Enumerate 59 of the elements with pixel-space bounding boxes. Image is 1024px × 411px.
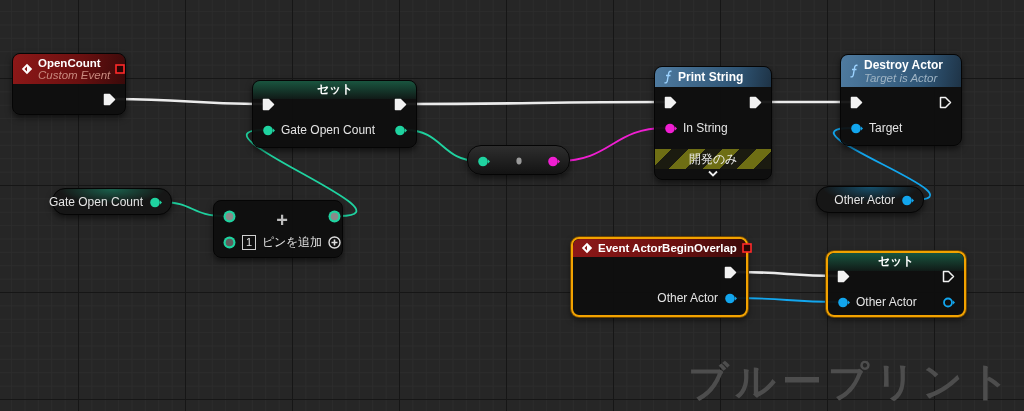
data-pin[interactable] — [223, 209, 236, 223]
data-pin[interactable] — [901, 193, 914, 207]
exec-pin[interactable] — [724, 265, 737, 279]
pin-label: Target — [869, 121, 903, 135]
pin-index: 1 — [242, 234, 257, 250]
data-pin[interactable] — [262, 123, 275, 137]
node-title: Print String — [678, 70, 745, 84]
add-node[interactable]: + 1 ピンを追加 — [213, 200, 343, 258]
add-pin-label: ピンを追加 — [262, 233, 323, 251]
exec-pin[interactable] — [103, 92, 116, 106]
data-pin[interactable] — [942, 295, 955, 309]
dot-icon — [515, 157, 522, 165]
function-node[interactable]: Destroy Actor Target is Actor Target — [840, 54, 962, 146]
exec-pin[interactable] — [850, 95, 863, 109]
add-pin-icon[interactable] — [328, 235, 342, 249]
delegate-pin-icon[interactable] — [741, 243, 752, 253]
node-subtitle: Target is Actor — [864, 72, 939, 84]
event-icon — [21, 63, 33, 75]
function-icon — [663, 70, 673, 84]
node-title: OpenCount — [38, 57, 102, 69]
data-pin[interactable] — [394, 123, 407, 137]
data-pin[interactable] — [837, 295, 850, 309]
event-icon — [581, 242, 593, 254]
exec-pin[interactable] — [837, 269, 850, 283]
data-pin[interactable] — [223, 235, 236, 249]
variable-set-node[interactable]: セット Other Actor — [826, 251, 966, 317]
delegate-pin-icon[interactable] — [115, 64, 126, 74]
node-subtitle: Custom Event — [38, 69, 111, 81]
pin-label: Gate Open Count — [281, 123, 376, 137]
dev-only-label: 開発のみ — [689, 150, 737, 168]
exec-pin[interactable] — [749, 95, 762, 109]
exec-pin[interactable] — [942, 269, 955, 283]
exec-pin[interactable] — [262, 97, 275, 111]
node-title: セット — [316, 80, 353, 98]
data-pin[interactable] — [724, 291, 737, 305]
exec-pin[interactable] — [394, 97, 407, 111]
pin-label: Other Actor — [657, 291, 718, 305]
node-title: Event ActorBeginOverlap — [598, 242, 737, 254]
data-pin[interactable] — [664, 121, 677, 135]
function-node[interactable]: Print String In String 開発のみ — [654, 66, 772, 180]
chevron-down-icon[interactable] — [708, 170, 718, 177]
variable-set-node[interactable]: セット Gate Open Count — [252, 80, 417, 148]
data-pin[interactable] — [477, 154, 490, 168]
event-node[interactable]: OpenCount Custom Event — [12, 53, 126, 115]
operator-symbol: + — [276, 211, 288, 229]
exec-pin[interactable] — [664, 95, 677, 109]
exec-pin[interactable] — [939, 95, 952, 109]
node-title: セット — [878, 252, 914, 270]
variable-get-node[interactable]: Other Actor — [816, 186, 924, 213]
pin-label: Other Actor — [856, 295, 917, 309]
pin-label: In String — [683, 121, 728, 135]
pin-label: Other Actor — [834, 193, 895, 207]
conversion-node[interactable] — [467, 145, 570, 175]
data-pin[interactable] — [850, 121, 863, 135]
data-pin[interactable] — [547, 154, 560, 168]
data-pin[interactable] — [149, 195, 162, 209]
function-icon — [849, 64, 859, 78]
node-title: Destroy Actor — [864, 58, 944, 72]
data-pin[interactable] — [328, 209, 342, 223]
